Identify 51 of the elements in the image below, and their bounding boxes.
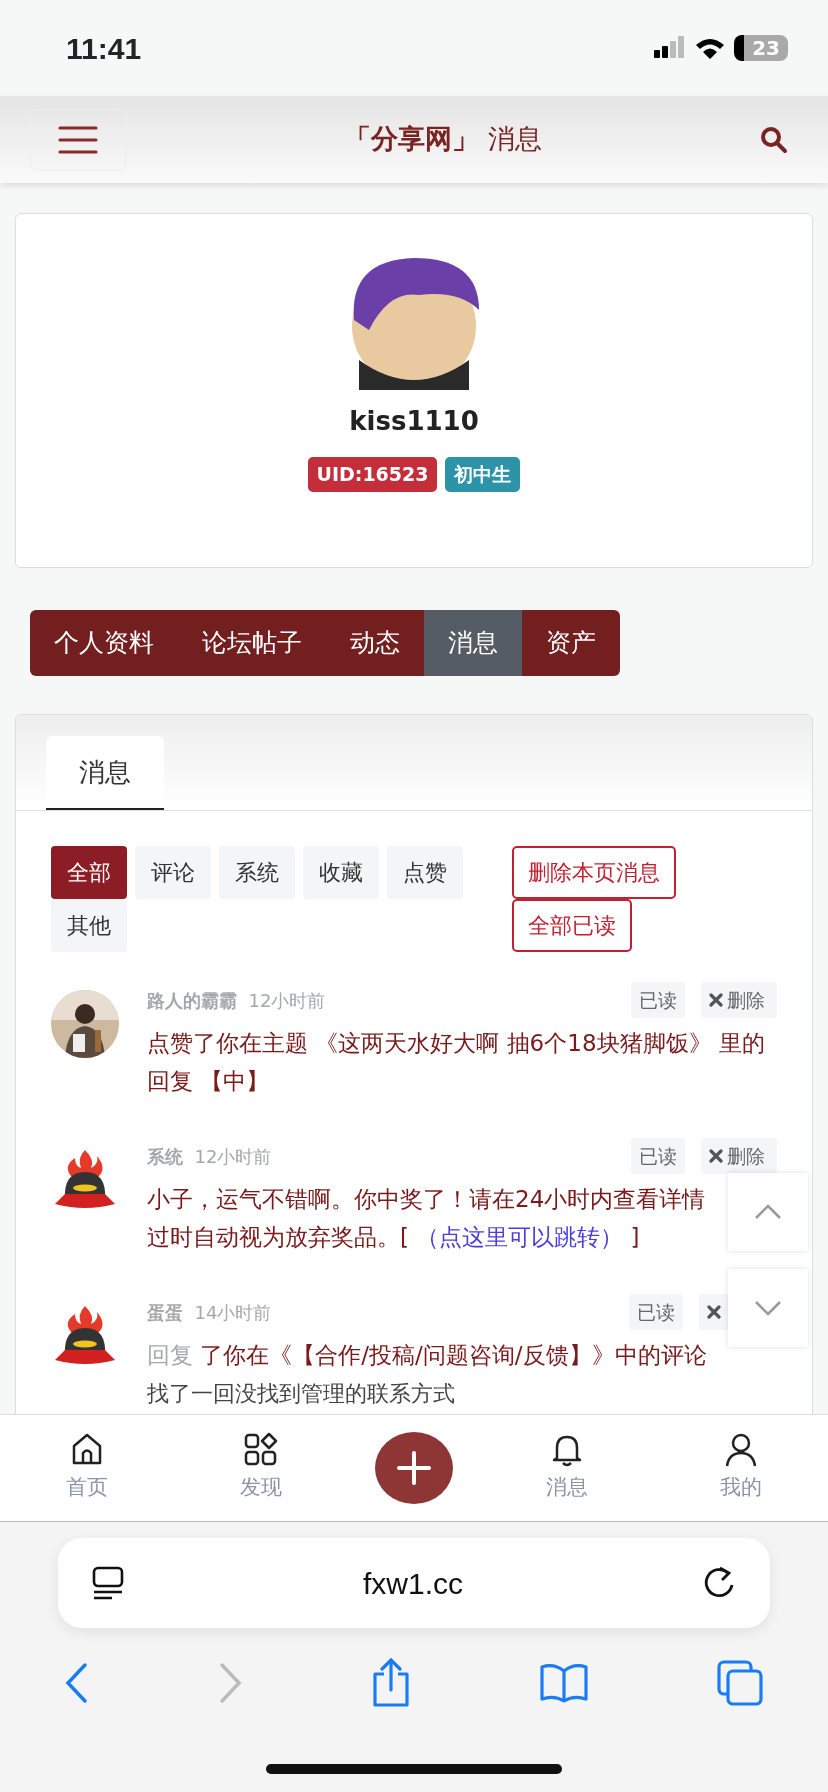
filter-button[interactable]: 点赞 — [387, 846, 463, 899]
chevron-up-icon — [753, 1203, 783, 1221]
person-icon — [723, 1432, 759, 1469]
delete-button[interactable] — [699, 1294, 729, 1330]
filter-button[interactable]: 系统 — [219, 846, 295, 899]
profile-tab[interactable]: 动态 — [326, 610, 424, 676]
close-icon — [707, 1305, 721, 1319]
close-icon — [709, 993, 723, 1007]
action-button[interactable]: 删除本页消息 — [512, 846, 676, 899]
menu-button[interactable] — [30, 108, 126, 171]
book-icon[interactable] — [540, 1663, 589, 1703]
address-bar[interactable]: fxw1.cc — [58, 1538, 770, 1628]
mark-read-button[interactable]: 已读 — [631, 982, 685, 1018]
filter-button[interactable]: 收藏 — [303, 846, 379, 899]
panel-tab[interactable]: 消息 — [46, 736, 164, 810]
wifi-icon — [694, 36, 727, 60]
search-icon[interactable] — [760, 125, 788, 154]
user-tag: UID:16523 — [307, 457, 438, 492]
chevron-down-icon — [753, 1299, 783, 1317]
delete-button[interactable]: 删除 — [701, 982, 777, 1018]
quoted-comment: 找了一回没找到管理的联系方式 — [147, 1380, 456, 1408]
filter-button[interactable]: 其他 — [51, 899, 127, 952]
username: kiss1110 — [349, 405, 479, 438]
profile-tab[interactable]: 消息 — [424, 610, 522, 676]
mark-read-button[interactable]: 已读 — [629, 1294, 683, 1330]
battery-indicator: 23 — [734, 35, 788, 61]
message-text: 回复 了你在《【合作/投稿/问题咨询/反馈】》中的评论 — [147, 1341, 708, 1370]
filter-button[interactable]: 评论 — [135, 846, 211, 899]
tabs-icon[interactable] — [717, 1660, 764, 1706]
message-meta: 路人的霸霸 12小时前 — [147, 988, 327, 1013]
share-icon[interactable] — [370, 1658, 411, 1708]
delete-button[interactable]: 删除 — [701, 1138, 777, 1174]
action-button[interactable]: 全部已读 — [512, 899, 632, 952]
profile-tab[interactable]: 资产 — [522, 610, 620, 676]
profile-tab[interactable]: 论坛帖子 — [178, 610, 326, 676]
menu-icon — [58, 124, 98, 155]
status-time: 11:41 — [66, 30, 142, 67]
profile-tab[interactable]: 个人资料 — [30, 610, 178, 676]
close-icon — [709, 1149, 723, 1163]
mark-read-button[interactable]: 已读 — [631, 1138, 685, 1174]
link[interactable]: （点这里可以跳转） — [416, 1224, 624, 1250]
reader-icon — [92, 1566, 124, 1600]
message-meta: 蛋蛋 14小时前 — [147, 1300, 273, 1325]
message-meta: 系统 12小时前 — [147, 1144, 273, 1169]
message-text: 点赞了你在主题 《这两天水好大啊 抽6个18块猪脚饭》 里的回复 【中】 — [147, 1029, 766, 1096]
back-icon[interactable] — [64, 1662, 89, 1704]
filter-button[interactable]: 全部 — [51, 846, 127, 899]
signal-icon — [654, 36, 687, 60]
plus-icon — [397, 1451, 431, 1485]
user-tag: 初中生 — [445, 457, 521, 492]
page-title: 「分享网」 消息 — [344, 122, 542, 157]
